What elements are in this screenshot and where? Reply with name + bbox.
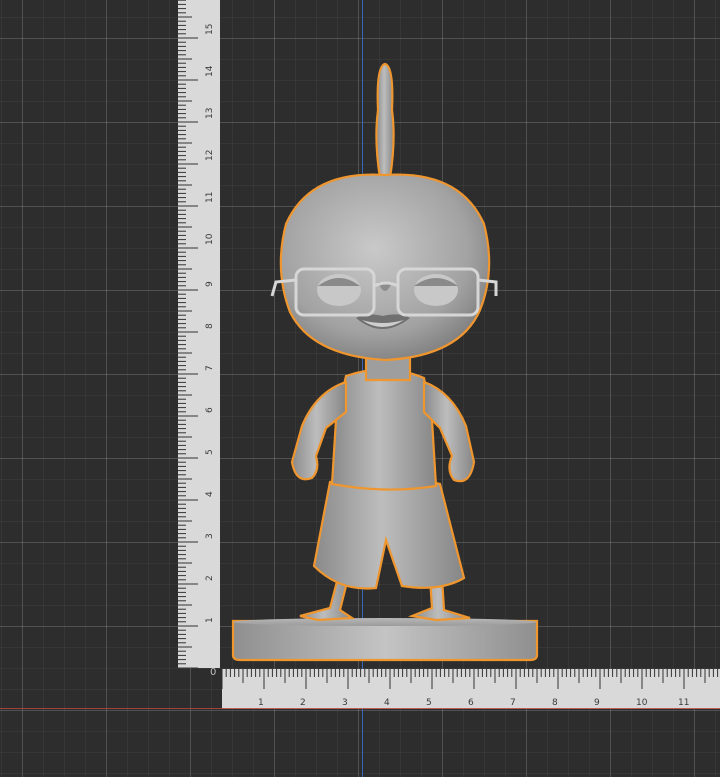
base-plate xyxy=(231,618,539,662)
torso xyxy=(330,368,438,491)
shorts xyxy=(312,475,466,590)
head-tuft xyxy=(375,62,395,180)
viewport[interactable]: 12345678910111213141516 123456789101112 … xyxy=(0,0,720,777)
chick-figurine-model[interactable] xyxy=(0,0,720,777)
head xyxy=(279,173,491,362)
